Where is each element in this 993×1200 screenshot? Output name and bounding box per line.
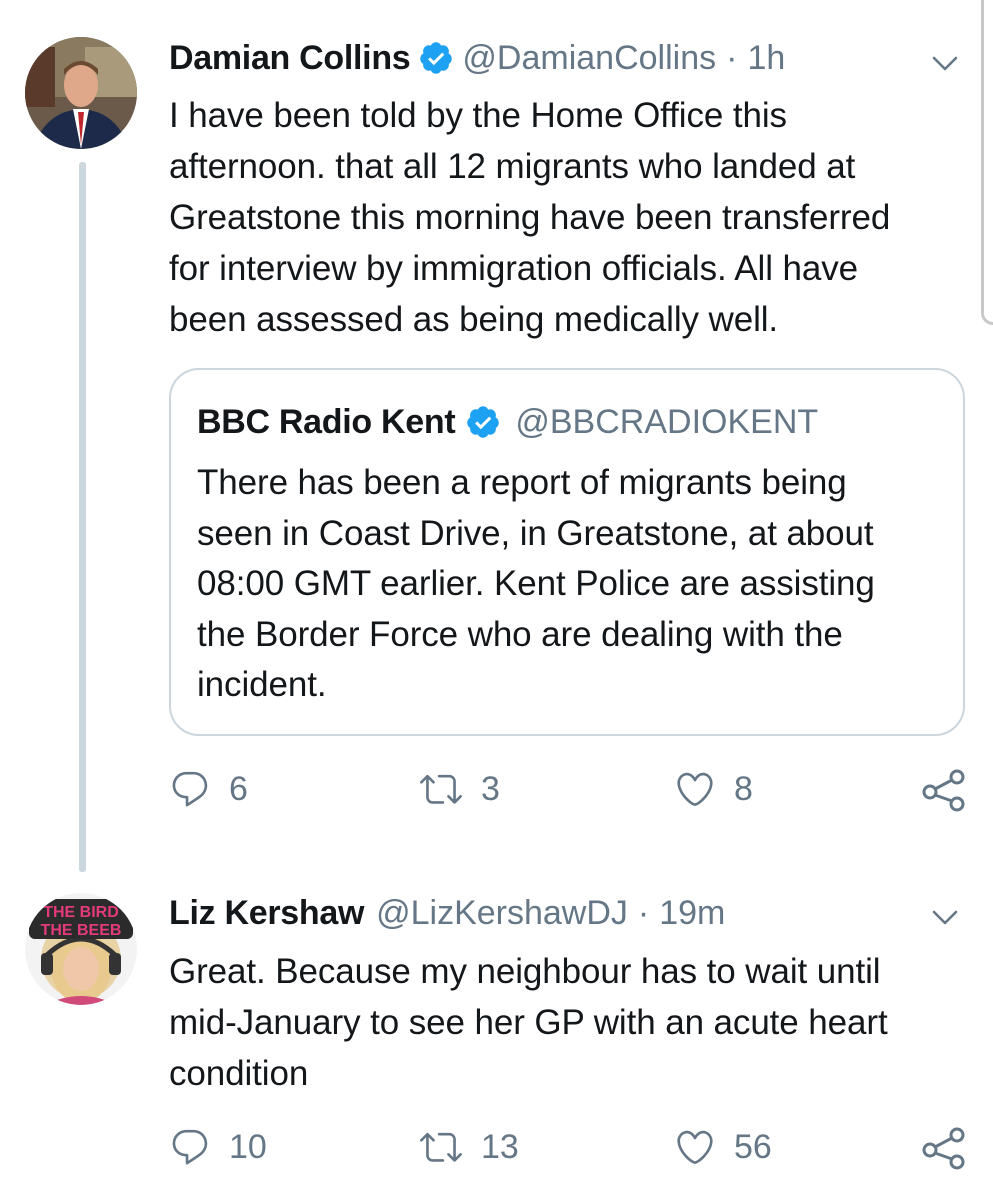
share-icon [922,769,965,812]
retweet-icon [420,774,462,804]
quote-author-name: BBC Radio Kent [197,403,456,441]
share-icon [922,1127,965,1170]
reply-count: 6 [229,769,248,808]
reply-icon [172,771,208,807]
author-name[interactable]: Damian Collins [169,38,411,78]
like-count: 56 [734,1127,772,1166]
tweet-actions: 6 3 8 [169,760,969,820]
separator-dot: · [726,39,738,77]
separator-dot: · [637,894,650,932]
like-count: 8 [734,769,753,808]
chevron-down-icon[interactable] [930,902,960,932]
like-button[interactable]: 56 [674,1126,772,1168]
quoted-tweet[interactable]: BBC Radio Kent @BBCRADIOKENT There has b… [169,368,965,736]
retweet-count: 3 [481,769,500,808]
tweet-time[interactable]: 1h [747,38,785,78]
tweet-time[interactable]: 19m [659,893,725,933]
reply-count: 10 [229,1127,267,1166]
reply-button[interactable]: 6 [169,768,248,810]
retweet-icon [420,1132,462,1162]
heart-icon [677,1130,713,1164]
retweet-button[interactable]: 13 [419,1126,519,1168]
scrollbar[interactable] [981,0,993,325]
author-handle[interactable]: @LizKershawDJ [376,893,628,933]
like-button[interactable]: 8 [674,768,753,810]
reply-button[interactable]: 10 [169,1126,267,1168]
quote-text: There has been a report of migrants bein… [197,463,875,704]
avatar-logo-line2: THE BEEB [41,922,122,939]
tweet-actions: 10 13 56 [169,1118,969,1178]
thread-line [79,162,86,872]
quote-author-handle: @BBCRADIOKENT [515,403,819,441]
verified-badge-icon [467,406,500,438]
tweet-header: Damian Collins @DamianCollins · 1h [169,38,785,78]
tweet-text: I have been told by the Home Office this… [169,96,891,339]
tweet-text: Great. Because my neighbour has to wait … [169,952,888,1093]
avatar[interactable]: THE BIRD THE BEEB [25,893,137,1005]
avatar-logo-line1: THE BIRD [43,904,119,921]
avatar[interactable] [25,37,137,149]
heart-icon [677,772,713,806]
verified-badge-icon [420,42,453,74]
author-handle[interactable]: @DamianCollins [462,38,716,78]
retweet-count: 13 [481,1127,519,1166]
share-button[interactable] [921,768,967,812]
retweet-button[interactable]: 3 [419,768,500,810]
reply-icon [172,1129,208,1165]
chevron-down-icon[interactable] [930,48,960,78]
tweet-header: Liz Kershaw @LizKershawDJ · 19m [169,893,725,933]
quote-header: BBC Radio Kent @BBCRADIOKENT [197,402,818,442]
share-button[interactable] [921,1126,967,1170]
author-name[interactable]: Liz Kershaw [169,893,364,933]
